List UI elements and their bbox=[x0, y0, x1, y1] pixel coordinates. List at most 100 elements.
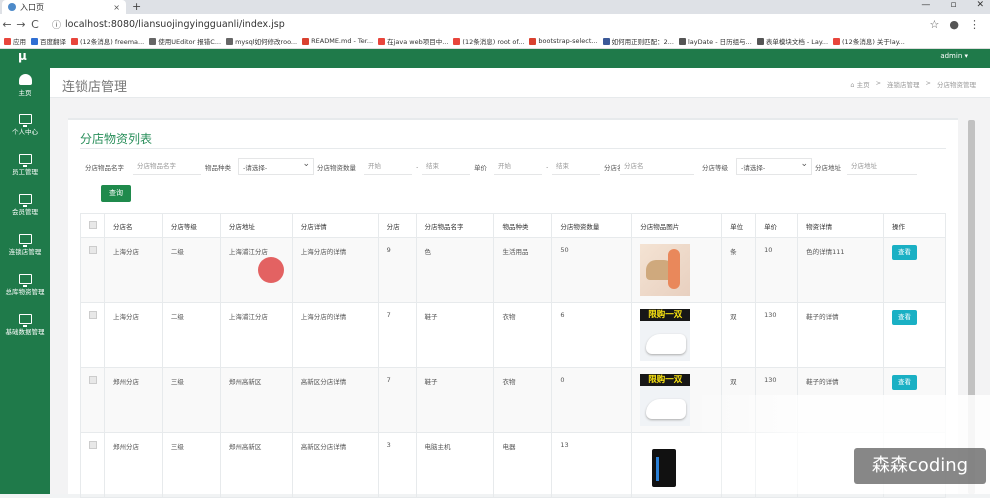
bookmark-favicon-icon bbox=[453, 37, 461, 45]
bookmark-item[interactable]: 如何用正则匹配：2... bbox=[602, 36, 674, 46]
bookmark-apps[interactable]: 应用 bbox=[4, 36, 26, 46]
goods-name-input[interactable]: 分店物品名字 bbox=[133, 158, 201, 175]
action-cell: 查看 bbox=[882, 237, 947, 303]
maximize-button[interactable]: ▫ bbox=[950, 0, 956, 10]
row-checkbox[interactable] bbox=[89, 246, 97, 254]
reload-icon[interactable]: C bbox=[28, 18, 42, 31]
bookmark-item[interactable]: 在java web项目中... bbox=[378, 36, 448, 46]
goods-type-select[interactable]: -请选择- bbox=[238, 158, 314, 175]
bookmark-item[interactable]: (12条消息) root of... bbox=[453, 36, 524, 46]
url-input[interactable]: ⓘ localhost:8080/liansuojingyingguanli/i… bbox=[48, 16, 930, 32]
cell-level: 三级 bbox=[161, 367, 221, 433]
goods-name-label: 分店物品名字 bbox=[85, 164, 124, 172]
bookmark-favicon-icon bbox=[302, 37, 310, 45]
price-label: 单价 bbox=[474, 164, 487, 172]
cell-detail: 上海分店的详情 bbox=[291, 302, 379, 368]
column-header: 分店地址 bbox=[219, 213, 293, 238]
row-select-cell[interactable] bbox=[80, 432, 105, 498]
bookmark-label: (12条消息) root of... bbox=[462, 38, 525, 46]
monitor-icon bbox=[18, 154, 32, 167]
breadcrumb-separator: > bbox=[925, 79, 931, 87]
bookmark-favicon-icon bbox=[149, 37, 157, 45]
goods-thumbnail bbox=[640, 439, 691, 491]
cell-store: 郑州分店 bbox=[103, 432, 163, 498]
view-button[interactable]: 查看 bbox=[891, 375, 917, 390]
row-checkbox[interactable] bbox=[89, 441, 97, 449]
sidebar-item-basic-data[interactable]: 基础数据管理 bbox=[0, 314, 50, 336]
store-name-input[interactable]: 分店名 bbox=[620, 158, 694, 175]
monitor-icon bbox=[18, 234, 32, 247]
row-checkbox[interactable] bbox=[89, 376, 97, 384]
sidebar-item-warehouse[interactable]: 总库物资管理 bbox=[0, 274, 50, 296]
column-header: 物品种类 bbox=[493, 213, 553, 238]
store-level-label: 分店等级 bbox=[702, 164, 728, 172]
row-select-cell[interactable] bbox=[80, 237, 105, 303]
column-header: 单价 bbox=[755, 213, 799, 238]
promo-banner: 限购一双 bbox=[640, 374, 691, 386]
sidebar-item-label: 基础数据管理 bbox=[5, 328, 45, 336]
breadcrumb-home[interactable]: ⌂ 主页 bbox=[850, 79, 869, 89]
select-all-checkbox[interactable] bbox=[89, 220, 97, 229]
price-start-input[interactable]: 开始 bbox=[494, 158, 542, 175]
sidebar-item-chain-stores[interactable]: 连锁店管理 bbox=[0, 234, 50, 256]
bookmark-label: 使用UEditor 报错C... bbox=[158, 38, 222, 46]
view-button[interactable]: 查看 bbox=[891, 310, 917, 325]
sidebar-item-home[interactable]: 主页 bbox=[0, 74, 50, 97]
minimize-button[interactable]: — bbox=[921, 0, 930, 10]
bookmark-item[interactable]: README.md - Ter... bbox=[302, 37, 373, 45]
bookmark-star-icon[interactable]: ☆ bbox=[930, 18, 940, 31]
close-window-button[interactable]: ✕ bbox=[976, 0, 984, 10]
breadcrumb-chain-stores[interactable]: 连锁店管理 bbox=[887, 79, 920, 89]
qty-range-dot: . bbox=[416, 162, 419, 170]
shoe-shape bbox=[646, 334, 687, 354]
sidebar-item-staff[interactable]: 员工管理 bbox=[0, 154, 50, 176]
select-all-cell[interactable] bbox=[80, 213, 105, 238]
row-select-cell[interactable] bbox=[80, 367, 105, 433]
goods-type-label: 物品种类 bbox=[205, 164, 231, 172]
forward-icon[interactable]: → bbox=[14, 18, 28, 31]
cell-type: 衣物 bbox=[493, 302, 553, 368]
store-level-select[interactable]: -请选择- bbox=[736, 158, 812, 175]
bookmark-item[interactable]: (12条消息) 关于lay... bbox=[833, 36, 905, 46]
browser-tab[interactable]: 入口页 × bbox=[2, 0, 126, 14]
cell-detail: 高新区分店详情 bbox=[291, 432, 379, 498]
pc-case-shape bbox=[652, 449, 677, 487]
shoe-shape bbox=[646, 399, 687, 419]
new-tab-button[interactable]: + bbox=[132, 0, 141, 13]
tab-close-icon[interactable]: × bbox=[113, 3, 120, 12]
bookmark-item[interactable]: mysql如何修改roo... bbox=[226, 36, 297, 46]
store-addr-input[interactable]: 分店地址 bbox=[847, 158, 917, 175]
bookmark-favicon-icon bbox=[833, 37, 841, 45]
column-header: 分店详情 bbox=[291, 213, 379, 238]
bookmark-item[interactable]: 百度翻译 bbox=[31, 36, 66, 46]
cell-no: 3 bbox=[377, 432, 417, 498]
sidebar-item-label: 连锁店管理 bbox=[8, 248, 42, 256]
bookmark-item[interactable]: 表单模块文档 - Lay... bbox=[756, 36, 828, 46]
sidebar-item-members[interactable]: 会员管理 bbox=[0, 194, 50, 216]
cell-addr: 郑州高新区 bbox=[219, 367, 293, 433]
bookmark-item[interactable]: 使用UEditor 报错C... bbox=[149, 36, 221, 46]
qty-end-input[interactable]: 结束 bbox=[422, 158, 470, 175]
profile-avatar-icon[interactable]: ● bbox=[949, 18, 959, 31]
qty-start-input[interactable]: 开始 bbox=[364, 158, 412, 175]
site-info-icon[interactable]: ⓘ bbox=[52, 18, 61, 31]
search-button[interactable]: 查询 bbox=[101, 185, 131, 202]
bookmark-favicon-icon bbox=[756, 37, 764, 45]
page-header: 连锁店管理 ⌂ 主页 > 连锁店管理 > 分店物资管理 bbox=[50, 68, 990, 98]
bookmark-favicon-icon bbox=[31, 37, 38, 45]
column-header: 分店名 bbox=[103, 213, 163, 238]
price-end-input[interactable]: 结束 bbox=[552, 158, 600, 175]
view-button[interactable]: 查看 bbox=[891, 245, 917, 260]
bookmark-item[interactable]: (12条消息) freema... bbox=[71, 36, 144, 46]
back-icon[interactable]: ← bbox=[0, 18, 14, 31]
browser-menu-icon[interactable]: ⋮ bbox=[969, 18, 980, 31]
admin-user-menu[interactable]: admin ▾ bbox=[940, 52, 968, 60]
row-checkbox[interactable] bbox=[89, 311, 97, 319]
bookmark-item[interactable]: bootstrap-select... bbox=[529, 37, 598, 45]
row-select-cell[interactable] bbox=[80, 302, 105, 368]
sidebar-item-profile[interactable]: 个人中心 bbox=[0, 114, 50, 136]
goods-thumbnail bbox=[640, 244, 691, 296]
cell-store: 郑州分店 bbox=[103, 367, 163, 433]
bookmark-item[interactable]: layDate - 日历组与... bbox=[678, 36, 752, 46]
cell-addr: 郑州高新区 bbox=[219, 432, 293, 498]
